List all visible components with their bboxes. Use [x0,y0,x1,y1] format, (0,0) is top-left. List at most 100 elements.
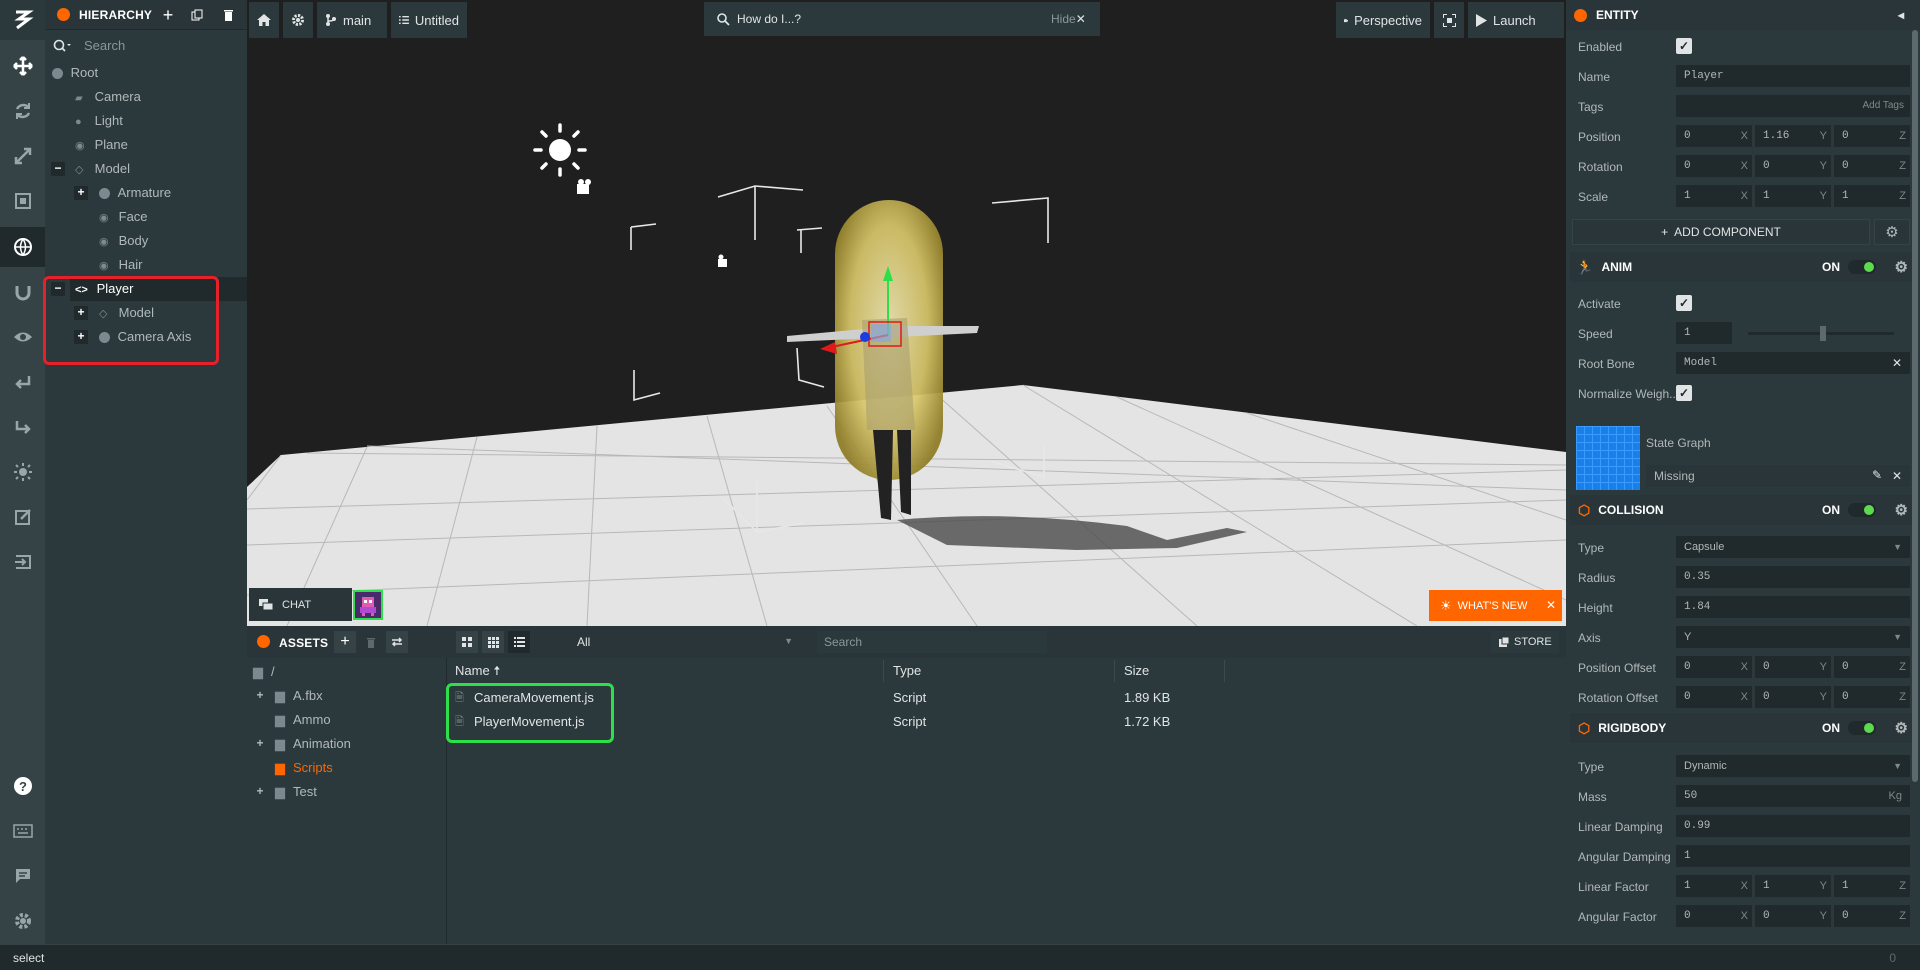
mass-field[interactable]: 50 Kg [1676,785,1910,807]
keyboard-icon[interactable] [0,811,45,851]
scale-icon[interactable] [0,136,45,176]
radius-field[interactable]: 0.35 [1676,566,1910,588]
logo-icon[interactable] [0,0,45,40]
scenes-button[interactable]: Untitled [391,2,467,38]
tree-item-root[interactable]: Root [52,61,98,85]
angular-damping-field[interactable]: 1 [1676,845,1910,867]
view-small-grid-button[interactable] [482,631,504,653]
expand-toggle[interactable]: + [253,689,267,703]
angular-factor-x-field[interactable]: 0X [1676,905,1752,927]
add-entity-button[interactable]: + [157,4,179,26]
hide-help-button[interactable]: Hide✕ [1051,12,1086,26]
home-button[interactable] [249,2,279,38]
collapse-panel-icon[interactable] [257,635,270,648]
asset-search-input[interactable]: Search [817,631,1047,653]
undo-icon[interactable] [0,362,45,402]
state-graph-thumbnail[interactable] [1576,426,1640,490]
collapse-arrow-icon[interactable]: ◂ [1898,8,1904,22]
position-z-field[interactable]: 0Z [1834,125,1910,147]
rigidbody-enable-toggle[interactable] [1848,721,1876,735]
inspector-scrollbar[interactable] [1912,30,1918,782]
tree-item-armature[interactable]: Armature [99,181,171,205]
camera-mode-button[interactable]: Perspective [1336,2,1430,38]
chat-button[interactable]: CHAT [249,588,352,621]
view-large-grid-button[interactable] [456,631,478,653]
rotation-z-field[interactable]: 0Z [1834,155,1910,177]
delete-entity-button[interactable] [217,4,239,26]
expand-toggle[interactable]: + [74,186,88,200]
linear-damping-field[interactable]: 0.99 [1676,815,1910,837]
folder-ammo[interactable]: ▆ Ammo [275,708,331,732]
tree-item-camera[interactable]: ▰ Camera [75,85,141,109]
angular-factor-y-field[interactable]: 0Y [1755,905,1831,927]
edit-pencil-icon[interactable]: ✎ [1872,468,1882,482]
rotation-x-field[interactable]: 0X [1676,155,1752,177]
entity-section-header[interactable]: ENTITY ◂ [1566,0,1920,30]
linear-factor-z-field[interactable]: 1Z [1834,875,1910,897]
resize-icon[interactable] [0,181,45,221]
rotation-y-field[interactable]: 0Y [1755,155,1831,177]
clear-icon[interactable]: ✕ [1892,352,1902,374]
folder-scripts[interactable]: ▆ Scripts [275,756,333,780]
whats-new-button[interactable]: ☀ WHAT'S NEW ✕ [1429,590,1562,621]
angular-factor-z-field[interactable]: 0Z [1834,905,1910,927]
expand-toggle[interactable]: + [253,737,267,751]
linear-factor-x-field[interactable]: 1X [1676,875,1752,897]
root-bone-field[interactable]: Model ✕ [1676,352,1910,374]
eye-icon[interactable] [0,317,45,357]
linear-factor-y-field[interactable]: 1Y [1755,875,1831,897]
table-row[interactable]: 🗎 CameraMovement.js Script 1.89 KB [455,686,1535,710]
collapse-toggle[interactable]: − [51,162,65,176]
position-x-field[interactable]: 0X [1676,125,1752,147]
rotate-icon[interactable] [0,91,45,131]
column-header-type[interactable]: Type [887,660,1115,682]
rigidbody-settings-gear-icon[interactable]: ⚙ [1895,719,1908,737]
tree-item-plane[interactable]: ◉ Plane [75,133,128,157]
tree-item-light[interactable]: ● Light [75,109,123,133]
collision-section-header[interactable]: ⬡ COLLISION ON ⚙ [1570,495,1914,525]
publish-icon[interactable] [0,542,45,582]
normalize-weights-checkbox[interactable]: ✓ [1676,385,1692,401]
lightmap-icon[interactable] [0,452,45,492]
code-editor-icon[interactable] [0,497,45,537]
duplicate-entity-button[interactable] [186,4,208,26]
snap-icon[interactable] [0,272,45,312]
rotation-offset-x-field[interactable]: 0X [1676,686,1752,708]
rotation-offset-z-field[interactable]: 0Z [1834,686,1910,708]
position-y-field[interactable]: 1.16 Y [1755,125,1831,147]
add-asset-button[interactable]: + [334,631,356,653]
fullscreen-button[interactable] [1434,2,1464,38]
settings-gear-icon[interactable] [0,901,45,941]
folder-animation[interactable]: ▆ Animation [275,732,351,756]
name-field[interactable]: Player [1676,65,1910,87]
column-header-name[interactable]: Name 🠅 [449,660,884,682]
add-component-button[interactable]: + ADD COMPONENT [1572,219,1870,245]
scale-z-field[interactable]: 1Z [1834,185,1910,207]
collapse-panel-icon[interactable] [57,8,70,21]
axis-select[interactable]: Y ▼ [1676,626,1910,648]
activate-checkbox[interactable]: ✓ [1676,295,1692,311]
viewport[interactable]: main Untitled How do I...? Hide✕ Perspec… [247,0,1566,626]
tree-item-body[interactable]: ◉ Body [99,229,148,253]
collision-settings-gear-icon[interactable]: ⚙ [1895,501,1908,519]
position-offset-z-field[interactable]: 0Z [1834,656,1910,678]
launch-button[interactable]: Launch [1468,2,1564,38]
refresh-assets-button[interactable] [386,631,408,653]
redo-icon[interactable] [0,407,45,447]
tags-field[interactable]: Add Tags [1676,95,1910,117]
settings-button[interactable] [283,2,313,38]
scale-x-field[interactable]: 1X [1676,185,1752,207]
tree-item-hair[interactable]: ◉ Hair [99,253,142,277]
store-button[interactable]: STORE [1491,631,1559,653]
anim-enable-toggle[interactable] [1848,260,1876,274]
hierarchy-search[interactable]: Search [45,34,247,58]
rigidbody-type-select[interactable]: Dynamic ▼ [1676,755,1910,777]
expand-toggle[interactable]: + [253,785,267,799]
state-graph-field[interactable]: Missing ✎ ✕ [1646,465,1910,487]
height-field[interactable]: 1.84 [1676,596,1910,618]
rigidbody-section-header[interactable]: ⬡ RIGIDBODY ON ⚙ [1570,713,1914,743]
speed-field[interactable]: 1 [1676,322,1732,344]
anim-section-header[interactable]: 🏃 ANIM ON ⚙ [1570,252,1914,282]
translate-icon[interactable] [0,46,45,86]
branch-button[interactable]: main [317,2,387,38]
